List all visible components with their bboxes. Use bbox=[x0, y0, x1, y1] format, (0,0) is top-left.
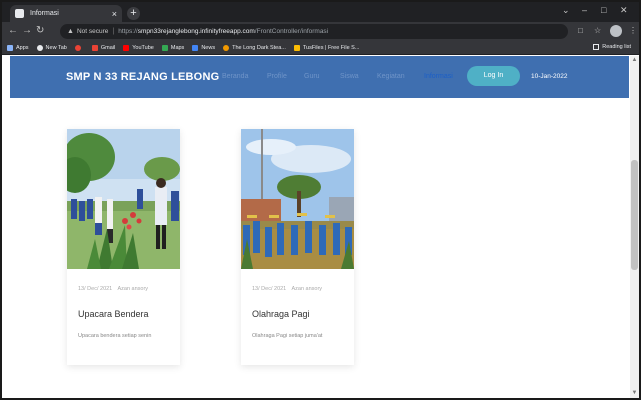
login-button[interactable]: Log In bbox=[467, 66, 520, 86]
bookmark-new-tab[interactable]: New Tab bbox=[36, 44, 67, 51]
card-photo-flag-ceremony[interactable] bbox=[67, 129, 180, 269]
apps-grid-icon bbox=[7, 44, 13, 51]
warning-icon: ▲ bbox=[67, 28, 74, 35]
card-meta: 13/ Dec/ 2021 Azan ansory bbox=[252, 286, 326, 292]
scroll-up-icon[interactable]: ▲ bbox=[630, 56, 639, 65]
bookmark-news[interactable]: News bbox=[192, 44, 215, 51]
card-photo-morning-exercise[interactable] bbox=[241, 129, 354, 269]
card-description: Upacara bendera setiap senin bbox=[78, 333, 152, 339]
page-scrollbar[interactable]: ▲ ▼ bbox=[630, 56, 639, 398]
nav-guru[interactable]: Guru bbox=[304, 73, 320, 80]
browser-tab-strip: Informasi × + ⌄ – □ ✕ bbox=[2, 2, 639, 22]
bookmark-apps[interactable]: Apps bbox=[7, 44, 29, 51]
nav-informasi[interactable]: Informasi bbox=[424, 73, 453, 80]
reading-list-button[interactable]: Reading list bbox=[593, 44, 631, 50]
window-close-icon[interactable]: ✕ bbox=[620, 5, 628, 16]
nav-profile[interactable]: Profile bbox=[267, 73, 287, 80]
url-host: smpn33rejanglebong.infinityfreeapp.com bbox=[137, 28, 255, 35]
site-navbar: SMP N 33 REJANG LEBONG Beranda Profile G… bbox=[10, 56, 629, 98]
nav-kegiatan[interactable]: Kegiatan bbox=[377, 73, 405, 80]
globe-icon bbox=[36, 44, 43, 51]
card-title[interactable]: Upacara Bendera bbox=[78, 309, 149, 319]
back-arrow-icon[interactable]: ← bbox=[8, 25, 18, 37]
card-author[interactable]: Azan ansory bbox=[291, 286, 322, 292]
card-description: Olahraga Pagi setiap juma'at bbox=[252, 333, 323, 339]
site-brand[interactable]: SMP N 33 REJANG LEBONG bbox=[66, 71, 219, 83]
nav-siswa[interactable]: Siswa bbox=[340, 73, 359, 80]
youtube-icon bbox=[123, 44, 130, 51]
info-card-upacara[interactable]: 13/ Dec/ 2021 Azan ansory Upacara Bender… bbox=[67, 129, 180, 365]
scrollbar-thumb[interactable] bbox=[631, 160, 638, 270]
address-bar[interactable]: ▲ Not secure | https:// smpn33rejanglebo… bbox=[60, 24, 568, 39]
nav-beranda[interactable]: Beranda bbox=[222, 73, 248, 80]
gmail-icon bbox=[91, 44, 98, 51]
news-icon bbox=[192, 44, 199, 51]
bookmark-youtube[interactable]: YouTube bbox=[123, 44, 154, 51]
address-separator: | bbox=[112, 28, 115, 35]
reading-list-icon bbox=[593, 44, 600, 50]
tusfiles-icon bbox=[293, 44, 300, 51]
maximize-icon[interactable]: □ bbox=[601, 5, 606, 15]
tab-search-icon[interactable]: ⌄ bbox=[562, 5, 570, 16]
tab-close-icon[interactable]: × bbox=[112, 9, 117, 19]
scroll-down-icon[interactable]: ▼ bbox=[630, 389, 639, 398]
card-meta: 13/ Dec/ 2021 Azan ansory bbox=[78, 286, 152, 292]
card-author[interactable]: Azan ansory bbox=[117, 286, 148, 292]
profile-avatar[interactable] bbox=[610, 25, 622, 37]
bookmark-red-site[interactable] bbox=[74, 44, 84, 51]
page-viewport: SMP N 33 REJANG LEBONG Beranda Profile G… bbox=[2, 56, 639, 398]
browser-toolbar: ← → ↻ ▲ Not secure | https:// smpn33reja… bbox=[2, 22, 639, 41]
card-date: 13/ Dec/ 2021 bbox=[78, 286, 113, 292]
morning-exercise-image bbox=[241, 129, 354, 269]
bookmark-star-icon[interactable]: ☆ bbox=[594, 26, 601, 35]
url-scheme: https:// bbox=[118, 28, 138, 35]
not-secure-label: Not secure bbox=[76, 28, 109, 35]
bookmark-gmail[interactable]: Gmail bbox=[91, 44, 115, 51]
menu-kebab-icon[interactable]: ⋮ bbox=[629, 26, 637, 35]
forward-arrow-icon[interactable]: → bbox=[22, 25, 32, 37]
flag-ceremony-image bbox=[67, 129, 180, 269]
steam-icon bbox=[223, 44, 230, 51]
bookmarks-bar: Apps New Tab Gmail YouTube Maps News The… bbox=[2, 41, 639, 55]
reload-icon[interactable]: ↻ bbox=[36, 25, 44, 37]
share-icon[interactable]: □ bbox=[578, 26, 583, 35]
card-date: 13/ Dec/ 2021 bbox=[252, 286, 287, 292]
url-path: /FrontController/informasi bbox=[254, 28, 329, 35]
new-tab-button[interactable]: + bbox=[127, 7, 140, 20]
info-card-olahraga[interactable]: 13/ Dec/ 2021 Azan ansory Olahraga Pagi … bbox=[241, 129, 354, 365]
bookmark-tusfiles[interactable]: TusFiles | Free File S... bbox=[293, 44, 359, 51]
browser-tab[interactable]: Informasi × bbox=[10, 5, 122, 22]
current-date: 10-Jan-2022 bbox=[531, 73, 568, 80]
card-title[interactable]: Olahraga Pagi bbox=[252, 309, 310, 319]
red-site-icon bbox=[74, 44, 81, 51]
minimize-icon[interactable]: – bbox=[582, 5, 587, 15]
tab-title: Informasi bbox=[30, 10, 59, 17]
bookmark-long-dark[interactable]: The Long Dark Stea... bbox=[223, 44, 286, 51]
page-favicon-icon bbox=[15, 9, 24, 18]
maps-icon bbox=[161, 44, 168, 51]
bookmark-maps[interactable]: Maps bbox=[161, 44, 184, 51]
